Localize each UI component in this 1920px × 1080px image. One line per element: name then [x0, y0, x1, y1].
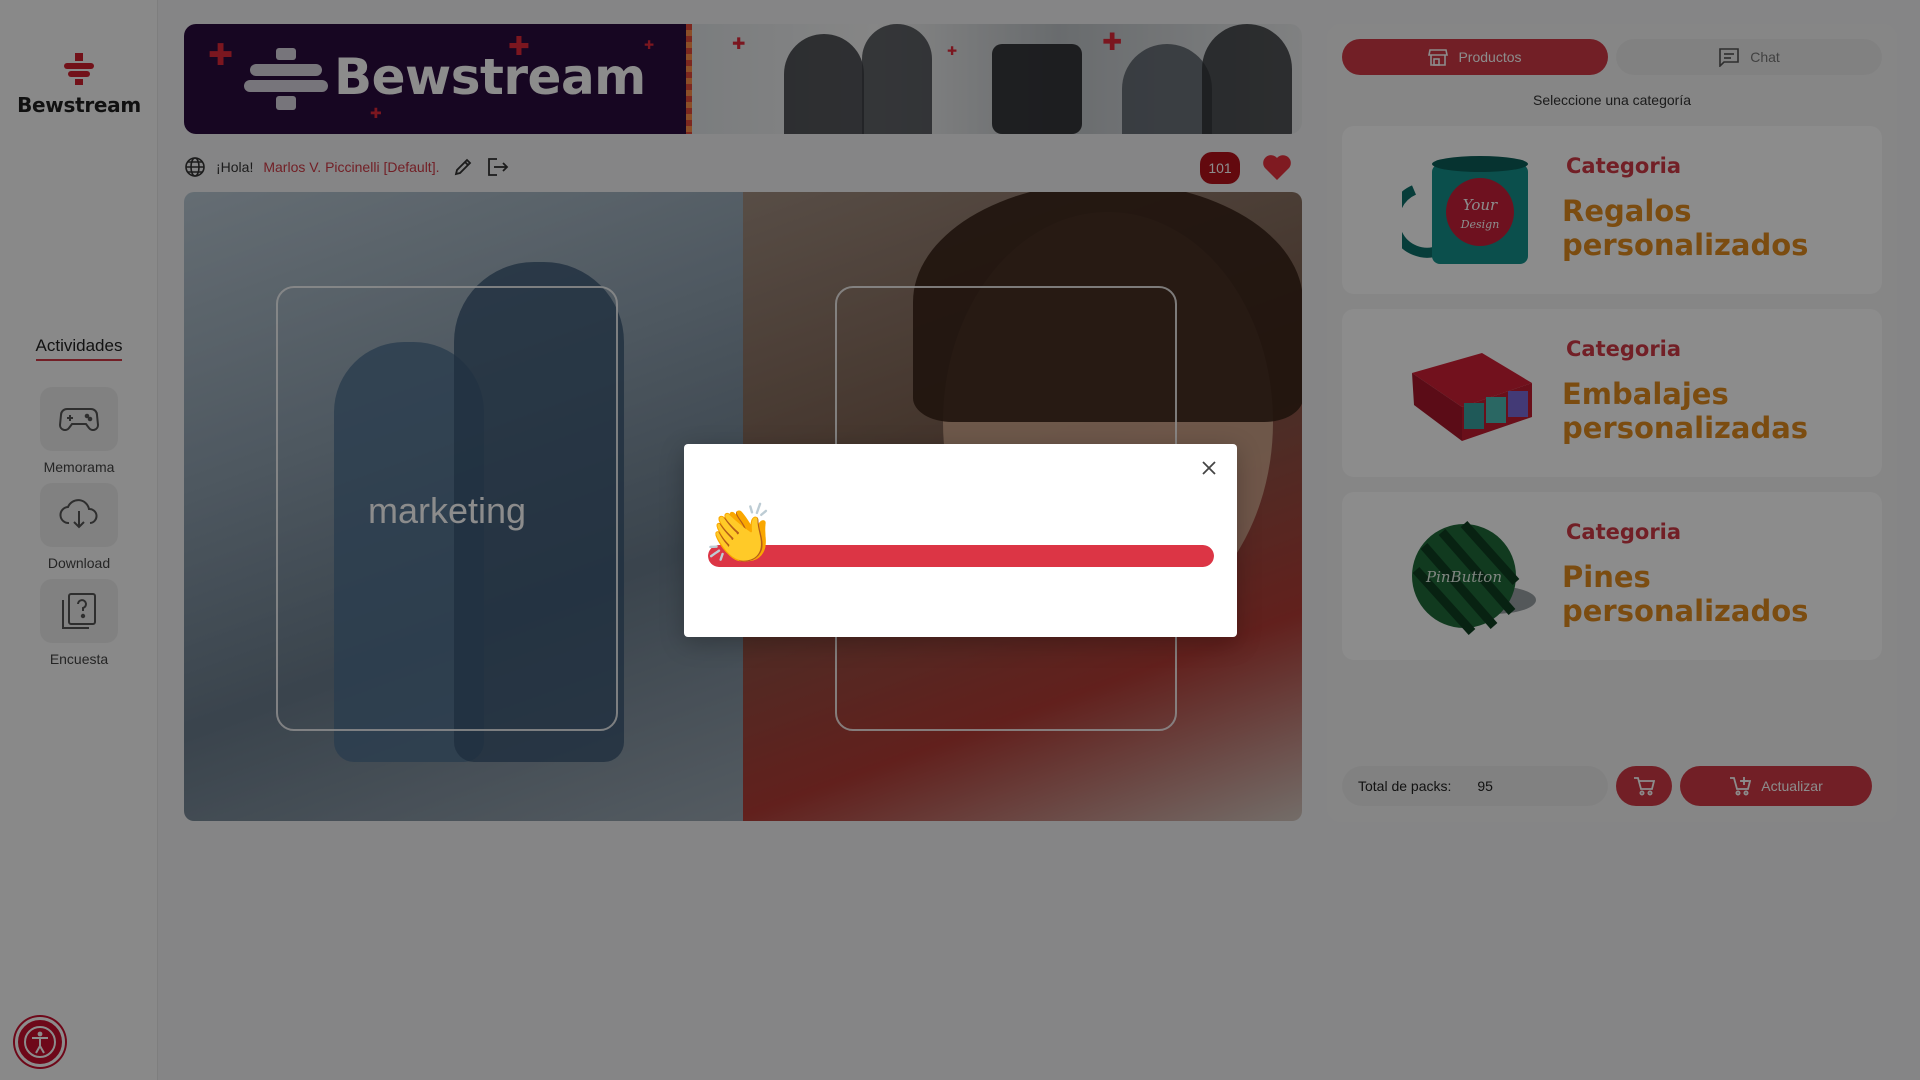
progress-bar: [708, 545, 1214, 567]
close-button[interactable]: [1195, 454, 1223, 482]
close-icon: [1202, 461, 1216, 475]
progress-fill: [708, 545, 1214, 567]
progress-modal: 👏: [684, 444, 1237, 637]
clapping-hands-icon: 👏: [704, 502, 777, 567]
